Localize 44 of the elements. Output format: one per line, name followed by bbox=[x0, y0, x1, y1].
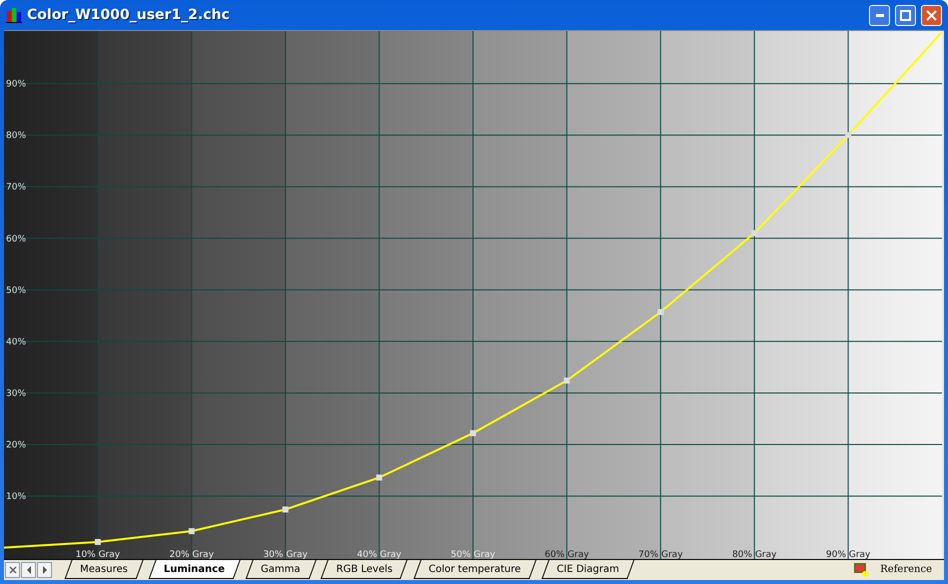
x-axis-label: 40% Gray bbox=[357, 550, 402, 559]
tab[interactable]: Gamma bbox=[242, 560, 318, 579]
y-axis-label: 40% bbox=[6, 337, 26, 348]
scroll-right-button[interactable] bbox=[37, 562, 52, 578]
x-axis-label: 30% Gray bbox=[263, 550, 308, 559]
left-arrow-icon bbox=[26, 566, 32, 574]
x-axis-label: 60% Gray bbox=[544, 550, 589, 559]
y-axis-label: 90% bbox=[6, 80, 26, 90]
minimize-button[interactable] bbox=[869, 4, 890, 26]
y-axis-label: 80% bbox=[6, 131, 26, 142]
data-point bbox=[658, 309, 664, 315]
tab[interactable]: RGB Levels bbox=[318, 560, 411, 579]
data-point bbox=[376, 474, 382, 481]
close-tab-button[interactable] bbox=[5, 562, 20, 578]
maximize-icon bbox=[900, 10, 911, 20]
tab[interactable]: Measures bbox=[62, 560, 146, 579]
maximize-button[interactable] bbox=[895, 4, 916, 26]
y-axis-label: 20% bbox=[6, 440, 26, 451]
y-axis-label: 50% bbox=[6, 286, 26, 296]
x-axis-label: 10% Gray bbox=[76, 550, 120, 559]
data-point bbox=[845, 132, 852, 138]
x-axis-label: 80% Gray bbox=[732, 550, 777, 559]
data-point bbox=[188, 528, 195, 534]
close-icon bbox=[926, 10, 937, 20]
y-axis-label: 10% bbox=[6, 492, 26, 502]
y-axis-label: 30% bbox=[6, 388, 26, 399]
y-axis-label: 70% bbox=[6, 182, 26, 193]
x-axis-label: 20% Gray bbox=[169, 550, 214, 559]
scroll-left-button[interactable] bbox=[21, 562, 36, 578]
bar-chart-icon bbox=[6, 7, 22, 23]
minimize-icon bbox=[876, 14, 884, 16]
y-axis-label: 60% bbox=[6, 234, 26, 244]
close-button[interactable] bbox=[921, 4, 942, 26]
tab[interactable]: CIE Diagram bbox=[538, 560, 638, 579]
x-axis-label: 90% Gray bbox=[826, 550, 870, 559]
right-arrow-icon bbox=[42, 566, 48, 574]
close-icon bbox=[8, 566, 16, 574]
data-point bbox=[470, 430, 476, 436]
x-axis-label: 50% Gray bbox=[450, 550, 496, 559]
tab[interactable]: Luminance bbox=[146, 560, 243, 579]
window-title: Color_W1000_user1_2.chc bbox=[27, 7, 231, 23]
x-axis-label: 70% Gray bbox=[638, 550, 683, 559]
tab[interactable]: Color temperature bbox=[410, 560, 539, 579]
device-icon bbox=[854, 563, 868, 577]
